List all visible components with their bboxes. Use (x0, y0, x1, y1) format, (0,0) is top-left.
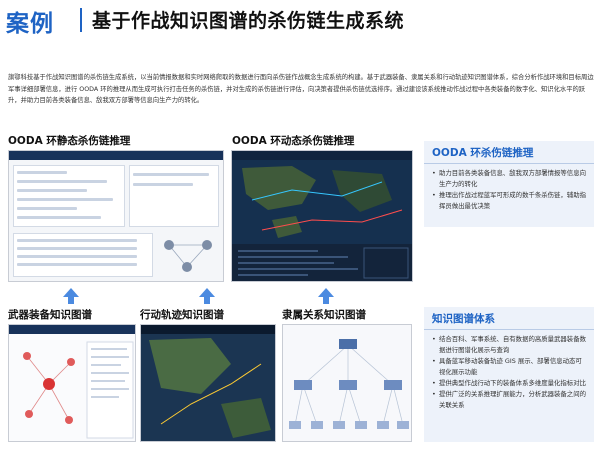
track-graph-title: 行动轨迹知识图谱 (140, 309, 224, 321)
arrow-up-icon (199, 288, 215, 297)
arrow-up-icon (68, 297, 74, 304)
kg-info-panel: 知识图谱体系 结合百科、军事系统、自有数据的高质量武器装备数据进行图谱化展示与查… (424, 307, 594, 442)
title-divider (80, 8, 82, 32)
list-item: 具备蓝军移动装备轨迹 GIS 展示、部署信息动态可视化展示功能 (432, 356, 588, 378)
static-ooda-title: OODA 环静态杀伤链推理 (8, 135, 131, 147)
list-item: 推理出作战过程蓝军可形成的数千条杀伤链，辅助指挥员做出最优决策 (432, 190, 588, 212)
arrow-up-icon (318, 288, 334, 297)
ooda-info-panel: OODA 环杀伤链推理 助力目前各类装备信息、敌我双方部署情报等信息向生产力的转… (424, 141, 594, 227)
case-label: 案例 (6, 11, 54, 37)
ooda-panel-title: OODA 环杀伤链推理 (424, 141, 594, 164)
list-item: 提供典型作战行动下的装备体系多维度量化指标对比 (432, 378, 588, 389)
affiliation-graph-screenshot (282, 324, 412, 442)
arrow-up-icon (204, 297, 210, 304)
weapon-graph-title: 武器装备知识图谱 (8, 309, 92, 321)
track-graph-screenshot (140, 324, 276, 442)
dynamic-ooda-title: OODA 环动态杀伤链推理 (232, 135, 355, 147)
list-item: 结合百科、军事系统、自有数据的高质量武器装备数据进行图谱化展示与查询 (432, 334, 588, 356)
arrow-up-icon (63, 288, 79, 297)
arrow-up-icon (323, 297, 329, 304)
page-title: 基于作战知识图谱的杀伤链生成系统 (92, 10, 405, 32)
kg-panel-list: 结合百科、军事系统、自有数据的高质量武器装备数据进行图谱化展示与查询 具备蓝军移… (424, 330, 594, 415)
map-preview (232, 160, 412, 281)
page-header: 案例 基于作战知识图谱的杀伤链生成系统 (0, 0, 600, 38)
affiliation-graph-title: 隶属关系知识图谱 (282, 309, 366, 321)
graph-preview (164, 240, 212, 272)
dynamic-ooda-screenshot (231, 150, 413, 282)
list-item: 助力目前各类装备信息、敌我双方部署情报等信息向生产力的转化 (432, 168, 588, 190)
map-preview (149, 338, 271, 438)
weapon-graph-screenshot (8, 324, 136, 442)
graph-preview (289, 339, 409, 429)
intro-paragraph: 旗鄂科技基于作战知识图谱的杀伤链生成系统，以当前情报数据和实时网络爬取的数据进行… (8, 74, 594, 104)
list-item: 提供广泛的关系推理扩展能力，分析武器装备之间的关联关系 (432, 389, 588, 411)
kg-panel-title: 知识图谱体系 (424, 307, 594, 330)
ooda-panel-list: 助力目前各类装备信息、敌我双方部署情报等信息向生产力的转化 推理出作战过程蓝军可… (424, 164, 594, 216)
graph-preview (23, 341, 134, 439)
static-ooda-screenshot (8, 150, 224, 282)
